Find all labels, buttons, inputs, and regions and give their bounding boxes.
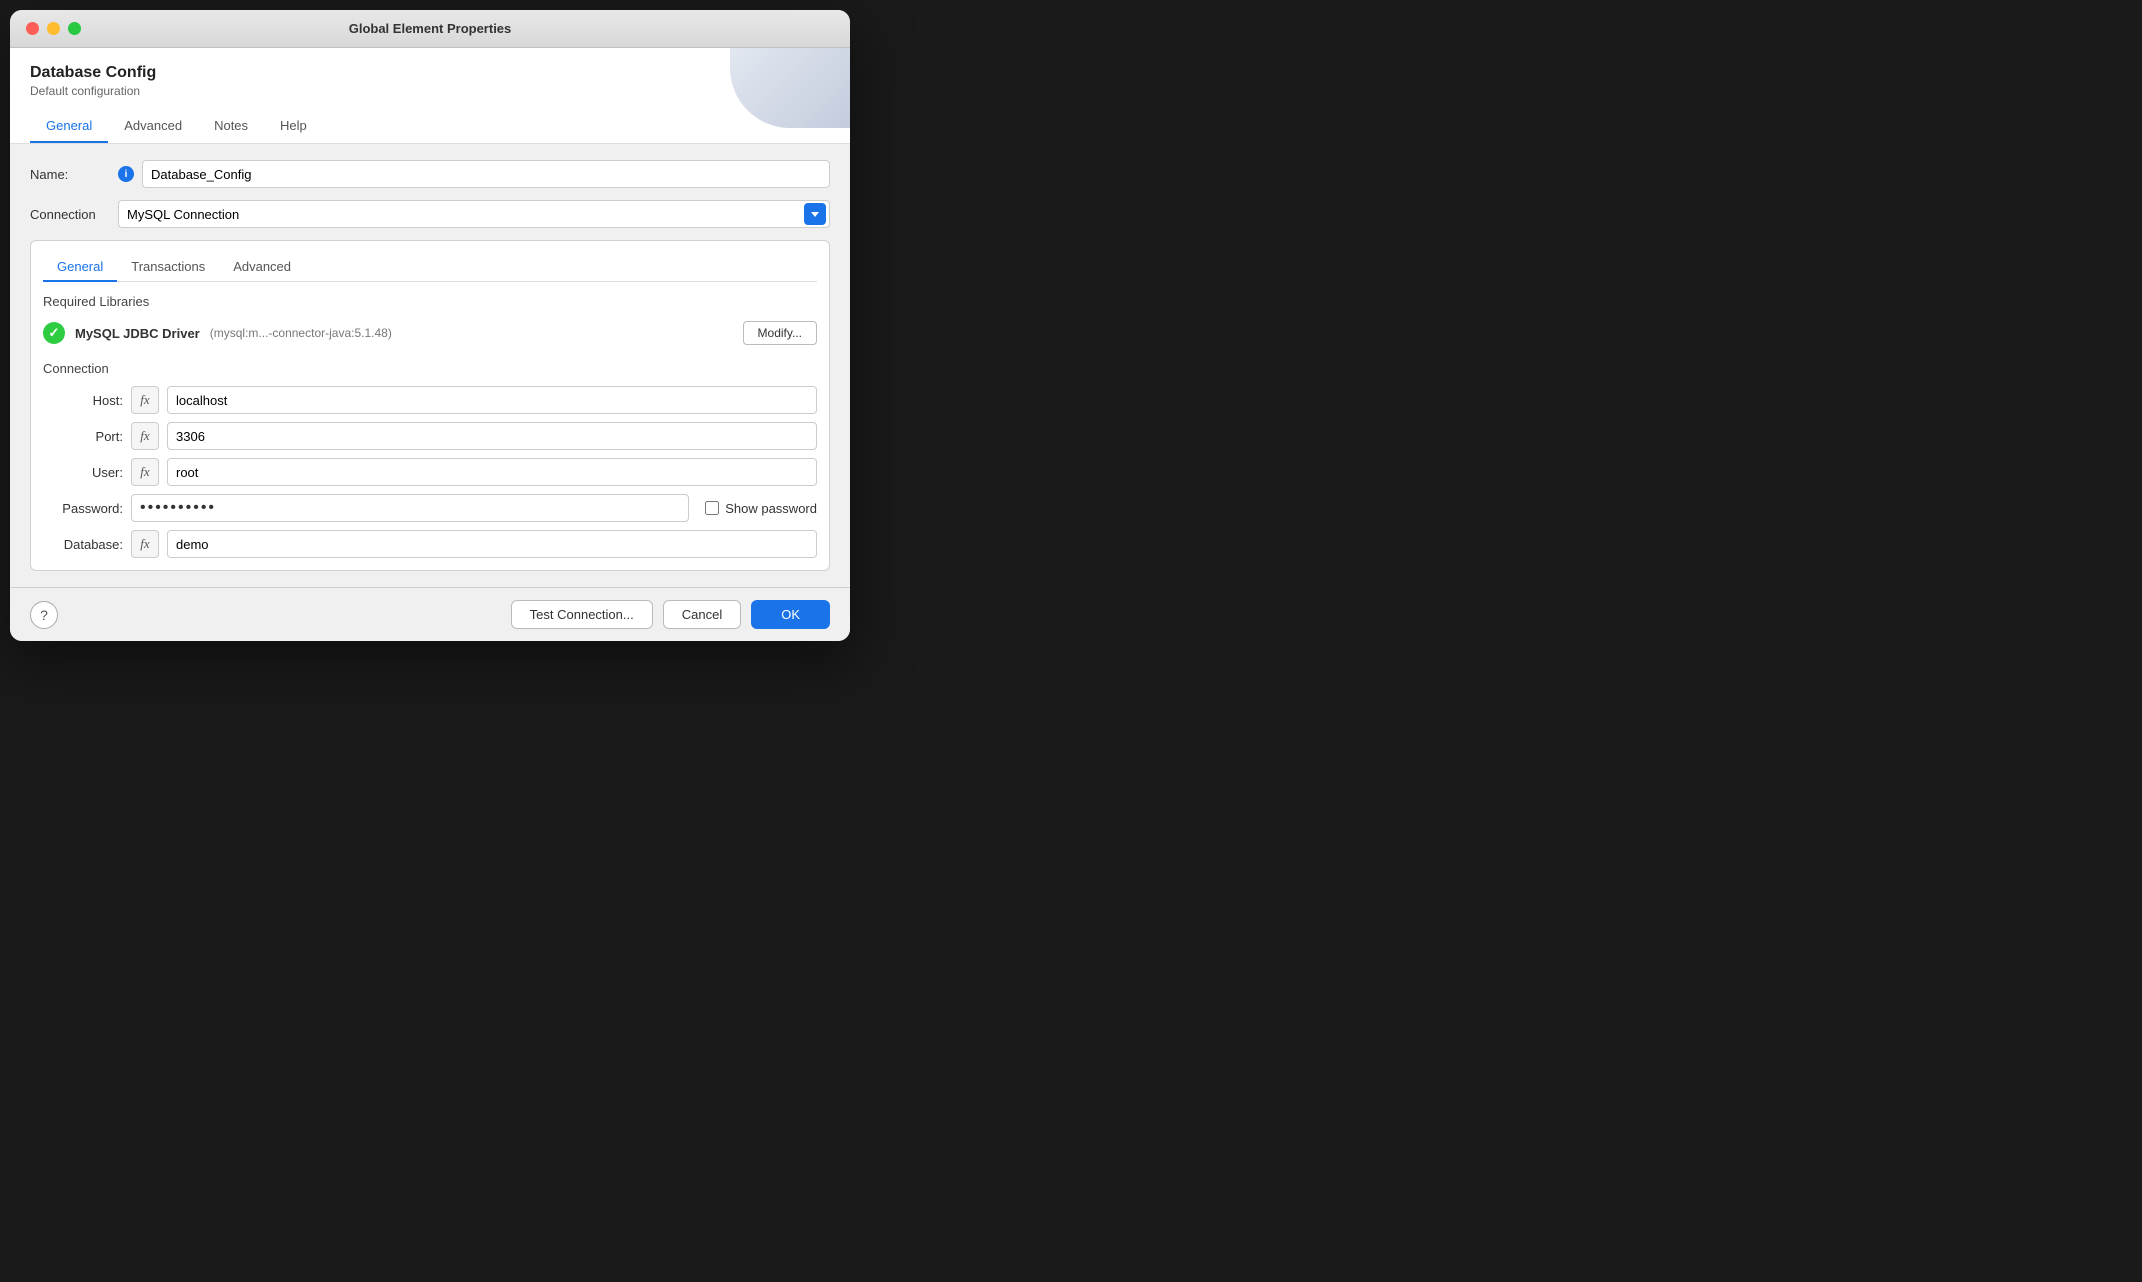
name-row: Name: i	[30, 160, 830, 188]
outer-tab-bar: General Advanced Notes Help	[30, 110, 830, 143]
host-fx-button[interactable]: fx	[131, 386, 159, 414]
connection-section-title: Connection	[43, 361, 817, 376]
maximize-button[interactable]	[68, 22, 81, 35]
dialog-window: Global Element Properties Database Confi…	[10, 10, 850, 641]
dialog-title: Global Element Properties	[349, 21, 512, 36]
footer-left: ?	[30, 601, 58, 629]
tab-notes-outer[interactable]: Notes	[198, 110, 264, 143]
tab-general-outer[interactable]: General	[30, 110, 108, 143]
port-fx-button[interactable]: fx	[131, 422, 159, 450]
database-input[interactable]	[167, 530, 817, 558]
library-row: MySQL JDBC Driver (mysql:m...-connector-…	[43, 317, 817, 349]
modify-button[interactable]: Modify...	[743, 321, 817, 345]
show-password-checkbox[interactable]	[705, 501, 719, 515]
host-label: Host:	[43, 393, 123, 408]
connection-type-row: Connection MySQL Connection Generic Conn…	[30, 200, 830, 228]
password-row: Password: •••••••••• Show password	[43, 494, 817, 522]
database-label: Database:	[43, 537, 123, 552]
minimize-button[interactable]	[47, 22, 60, 35]
name-info-icon: i	[118, 166, 134, 182]
tab-advanced-inner[interactable]: Advanced	[219, 253, 305, 282]
port-input[interactable]	[167, 422, 817, 450]
password-field[interactable]: ••••••••••	[131, 494, 689, 522]
connection-label: Connection	[30, 207, 110, 222]
close-button[interactable]	[26, 22, 39, 35]
config-subtitle: Default configuration	[30, 84, 830, 98]
password-label: Password:	[43, 501, 123, 516]
title-bar: Global Element Properties	[10, 10, 850, 48]
footer-right: Test Connection... Cancel OK	[511, 600, 830, 629]
name-input[interactable]	[142, 160, 830, 188]
connection-select-wrapper: MySQL Connection Generic Connection	[118, 200, 830, 228]
user-label: User:	[43, 465, 123, 480]
ok-button[interactable]: OK	[751, 600, 830, 629]
show-password-wrapper: Show password	[705, 501, 817, 516]
library-status-icon	[43, 322, 65, 344]
tab-transactions-inner[interactable]: Transactions	[117, 253, 219, 282]
tab-help-outer[interactable]: Help	[264, 110, 323, 143]
host-row: Host: fx	[43, 386, 817, 414]
host-input[interactable]	[167, 386, 817, 414]
tab-general-inner[interactable]: General	[43, 253, 117, 282]
inner-tab-bar: General Transactions Advanced	[43, 253, 817, 282]
dialog-header: Database Config Default configuration Ge…	[10, 48, 850, 144]
name-label: Name:	[30, 167, 110, 182]
show-password-label: Show password	[725, 501, 817, 516]
required-libraries-title: Required Libraries	[43, 294, 817, 309]
window-controls	[26, 22, 81, 35]
test-connection-button[interactable]: Test Connection...	[511, 600, 653, 629]
connection-fields: Host: fx Port: fx User: fx	[43, 386, 817, 558]
port-row: Port: fx	[43, 422, 817, 450]
database-row: Database: fx	[43, 530, 817, 558]
port-label: Port:	[43, 429, 123, 444]
database-fx-button[interactable]: fx	[131, 530, 159, 558]
config-title: Database Config	[30, 64, 830, 82]
user-row: User: fx	[43, 458, 817, 486]
dialog-footer: ? Test Connection... Cancel OK	[10, 587, 850, 641]
connection-select[interactable]: MySQL Connection Generic Connection	[118, 200, 830, 228]
inner-panel: General Transactions Advanced Required L…	[30, 240, 830, 571]
library-version: (mysql:m...-connector-java:5.1.48)	[210, 326, 392, 340]
help-button[interactable]: ?	[30, 601, 58, 629]
tab-advanced-outer[interactable]: Advanced	[108, 110, 198, 143]
cancel-button[interactable]: Cancel	[663, 600, 741, 629]
library-name: MySQL JDBC Driver	[75, 326, 200, 341]
dialog-body: Name: i Connection MySQL Connection Gene…	[10, 144, 850, 587]
user-fx-button[interactable]: fx	[131, 458, 159, 486]
user-input[interactable]	[167, 458, 817, 486]
